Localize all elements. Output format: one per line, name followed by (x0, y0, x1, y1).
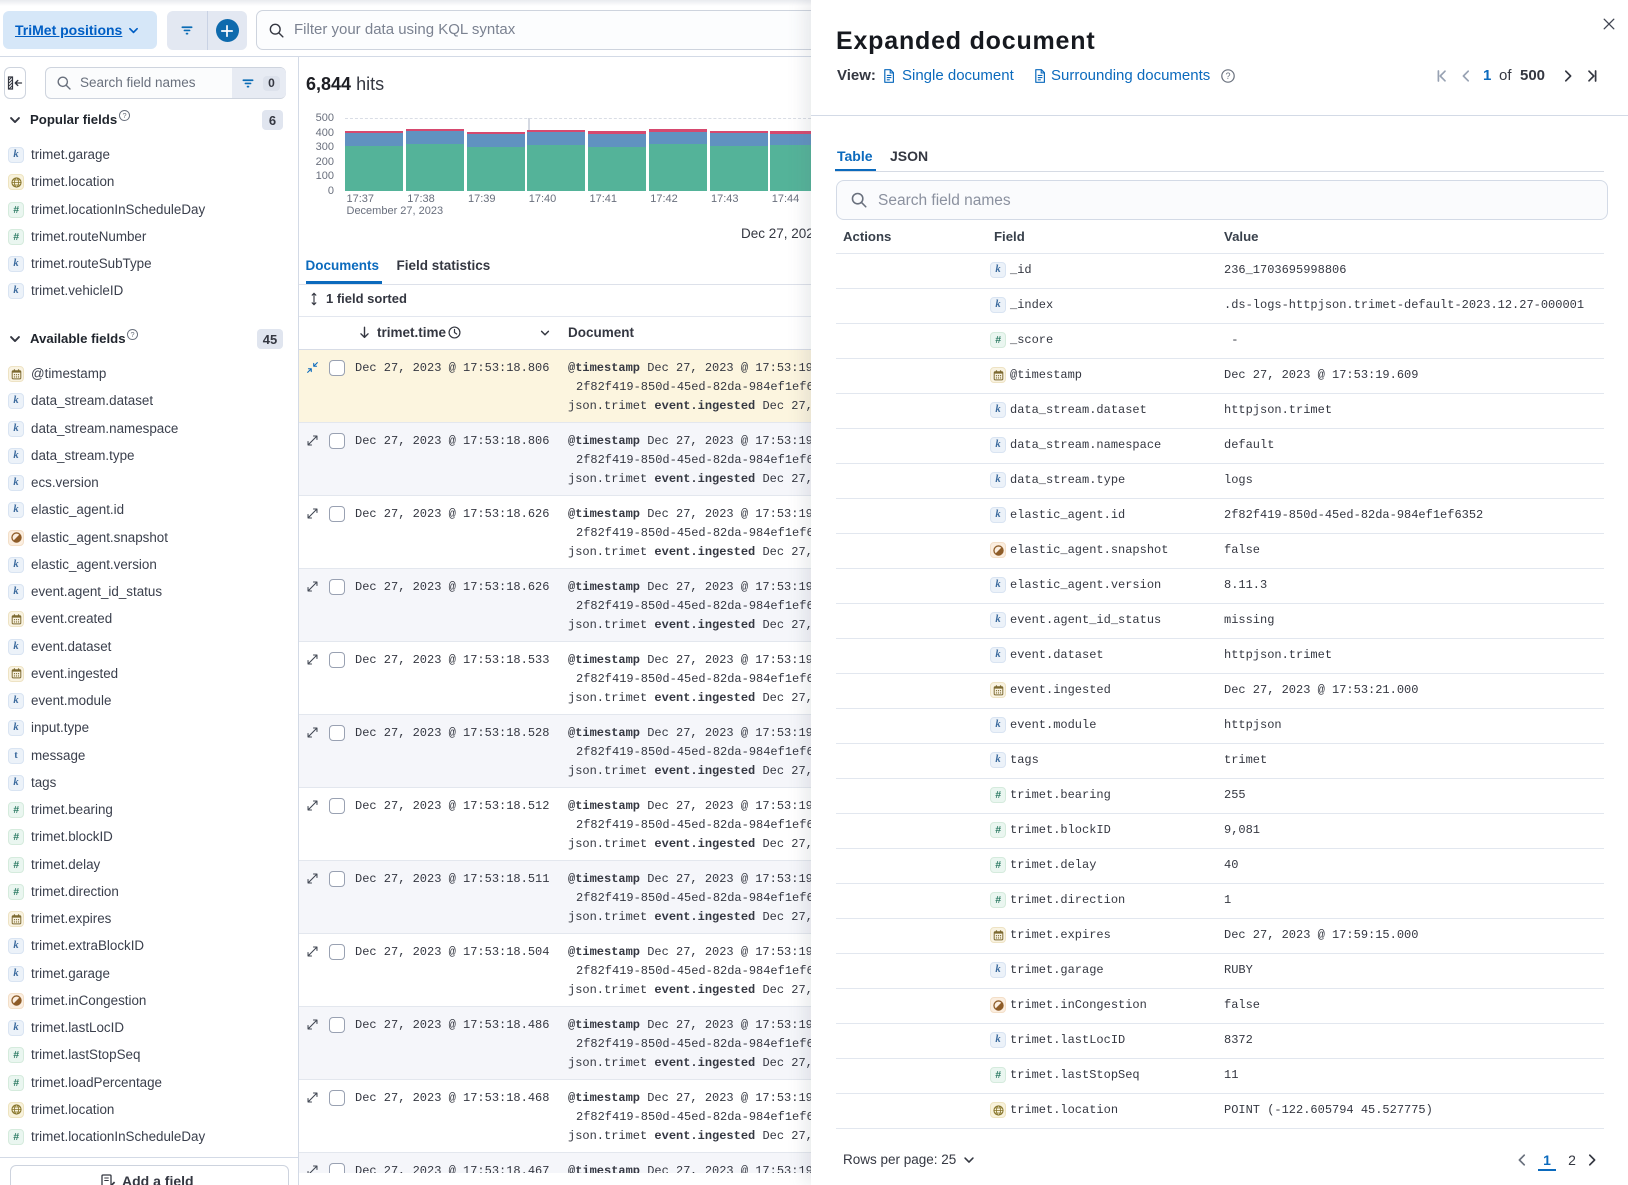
svg-text:?: ? (130, 330, 134, 339)
svg-text:?: ? (122, 111, 126, 120)
svg-text:?: ? (1225, 71, 1230, 81)
